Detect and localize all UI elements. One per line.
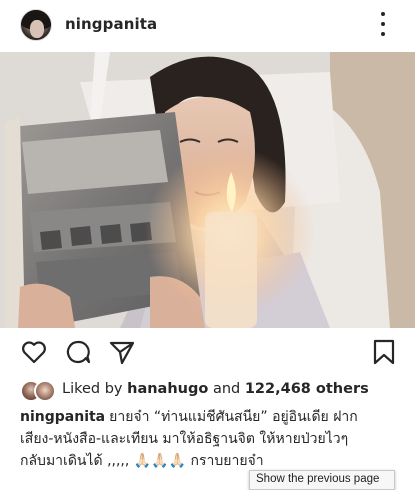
caption-line-3: กลับมาเดินได้ ,,,,, 🙏🏻🙏🏻🙏🏻 กราบยายจ๋า bbox=[20, 453, 264, 469]
post-caption: ningpanita ยายจ๋า “ท่านแม่ชีศันสนีย” อยู่… bbox=[20, 406, 410, 472]
post-username[interactable]: ningpanita bbox=[65, 15, 157, 33]
caption-line-1: ยายจ๋า “ท่านแม่ชีศันสนีย” อยู่อินเดีย ฝา… bbox=[109, 409, 358, 425]
action-bar bbox=[0, 330, 415, 374]
caption-line-2: เสียง-หนังสือ-และเทียน มาให้อธิฐานจิต ให… bbox=[20, 431, 349, 447]
profile-avatar[interactable] bbox=[20, 9, 52, 41]
tooltip: Show the previous page bbox=[249, 470, 395, 490]
likes-user-link[interactable]: hanahugo bbox=[127, 381, 208, 397]
likes-connector: and bbox=[212, 381, 241, 397]
caption-username[interactable]: ningpanita bbox=[20, 409, 105, 425]
more-options-icon[interactable] bbox=[375, 12, 391, 36]
likes-count-link[interactable]: 122,468 others bbox=[245, 381, 369, 397]
likes-prefix: Liked by bbox=[62, 381, 123, 397]
send-icon[interactable] bbox=[108, 338, 136, 366]
post-header: ningpanita bbox=[0, 0, 415, 50]
comment-icon[interactable] bbox=[64, 338, 92, 366]
heart-icon[interactable] bbox=[20, 338, 48, 366]
bookmark-icon[interactable] bbox=[370, 338, 398, 366]
likes-row: Liked by hanahugo and 122,468 others bbox=[20, 378, 400, 402]
liker-avatar[interactable] bbox=[34, 380, 56, 402]
likes-text: Liked by hanahugo and 122,468 others bbox=[62, 381, 369, 397]
post-photo[interactable] bbox=[0, 52, 415, 328]
